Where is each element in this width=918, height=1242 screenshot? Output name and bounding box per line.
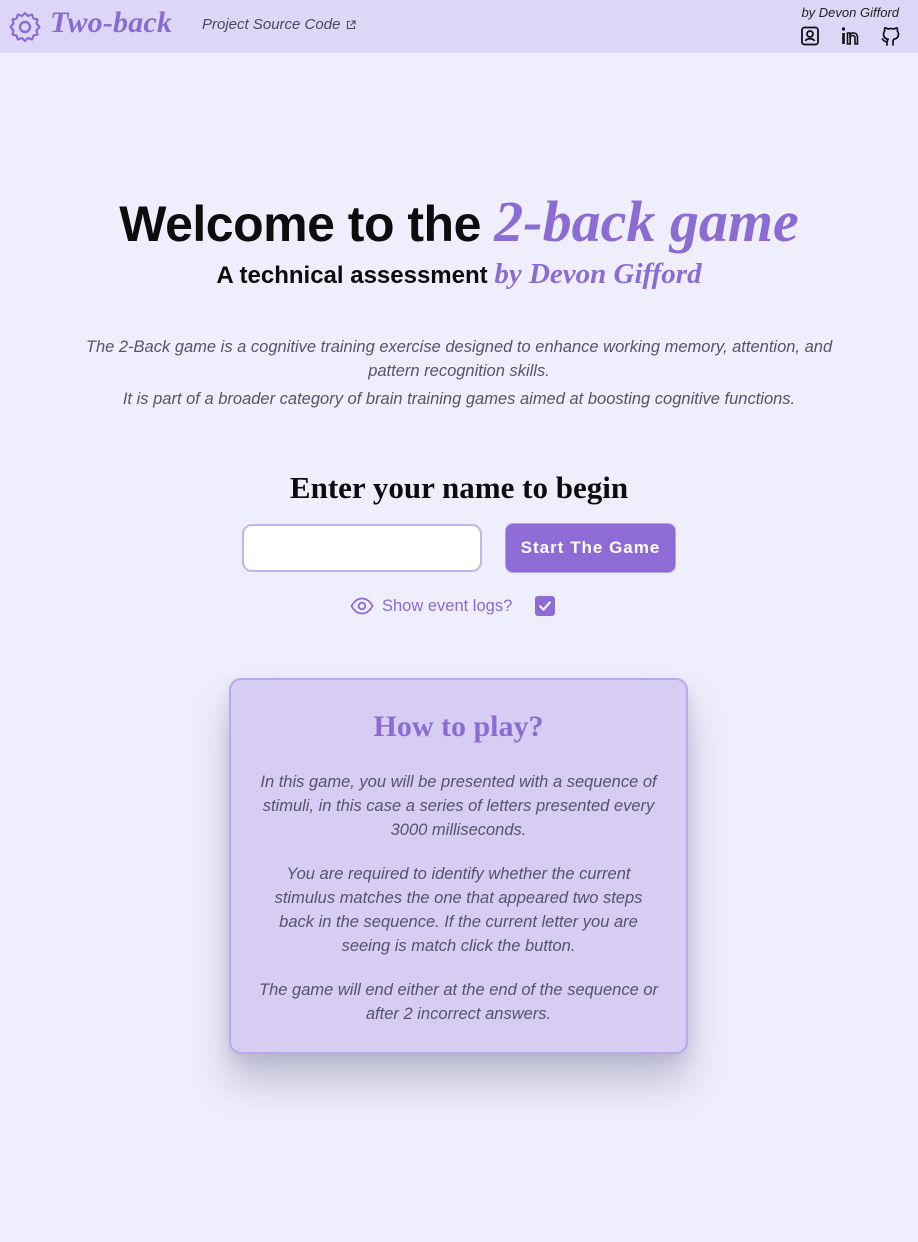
event-logs-toggle-row: Show event logs? [350, 594, 555, 618]
top-navbar: Two-back Project Source Code by Devon Gi… [0, 0, 918, 53]
start-game-button[interactable]: Start The Game [505, 523, 676, 573]
gear-flower-logo-icon[interactable] [9, 11, 41, 43]
how-to-play-card: How to play? In this game, you will be p… [229, 678, 688, 1054]
rules-paragraph: You are required to identify whether the… [274, 865, 643, 955]
project-source-link[interactable]: Project Source Code [202, 16, 356, 33]
page-title-accent: 2-back game [494, 189, 799, 254]
show-event-logs-checkbox[interactable] [535, 596, 555, 616]
linkedin-icon[interactable] [839, 25, 861, 47]
show-event-logs-label[interactable]: Show event logs? [382, 597, 512, 616]
github-icon[interactable] [879, 25, 901, 47]
how-to-play-title: How to play? [373, 710, 544, 743]
author-byline: by Devon Gifford [801, 5, 899, 20]
contact-icon[interactable] [799, 25, 821, 47]
game-description: The 2-Back game is a cognitive training … [60, 335, 858, 411]
enter-name-heading: Enter your name to begin [289, 470, 629, 505]
page-title: Welcome to the 2-back game [0, 188, 918, 255]
page-title-plain: Welcome to the [119, 196, 495, 252]
external-link-icon [347, 19, 356, 29]
app-logo-text[interactable]: Two-back [50, 6, 172, 40]
eye-icon [350, 597, 374, 615]
description-paragraph: The 2-Back game is a cognitive training … [85, 338, 833, 380]
page-subtitle: A technical assessment by Devon Gifford [0, 258, 918, 291]
description-paragraph: It is part of a broader category of brai… [122, 390, 796, 408]
page-subtitle-plain: A technical assessment [216, 262, 495, 289]
player-name-input[interactable] [242, 524, 482, 572]
how-to-play-text: In this game, you will be presented with… [259, 770, 658, 1026]
rules-paragraph: In this game, you will be presented with… [260, 773, 657, 839]
source-link-label: Project Source Code [202, 16, 341, 33]
page-subtitle-accent: by Devon Gifford [494, 258, 702, 290]
rules-paragraph: The game will end either at the end of t… [259, 981, 659, 1023]
checkmark-icon [539, 601, 551, 611]
